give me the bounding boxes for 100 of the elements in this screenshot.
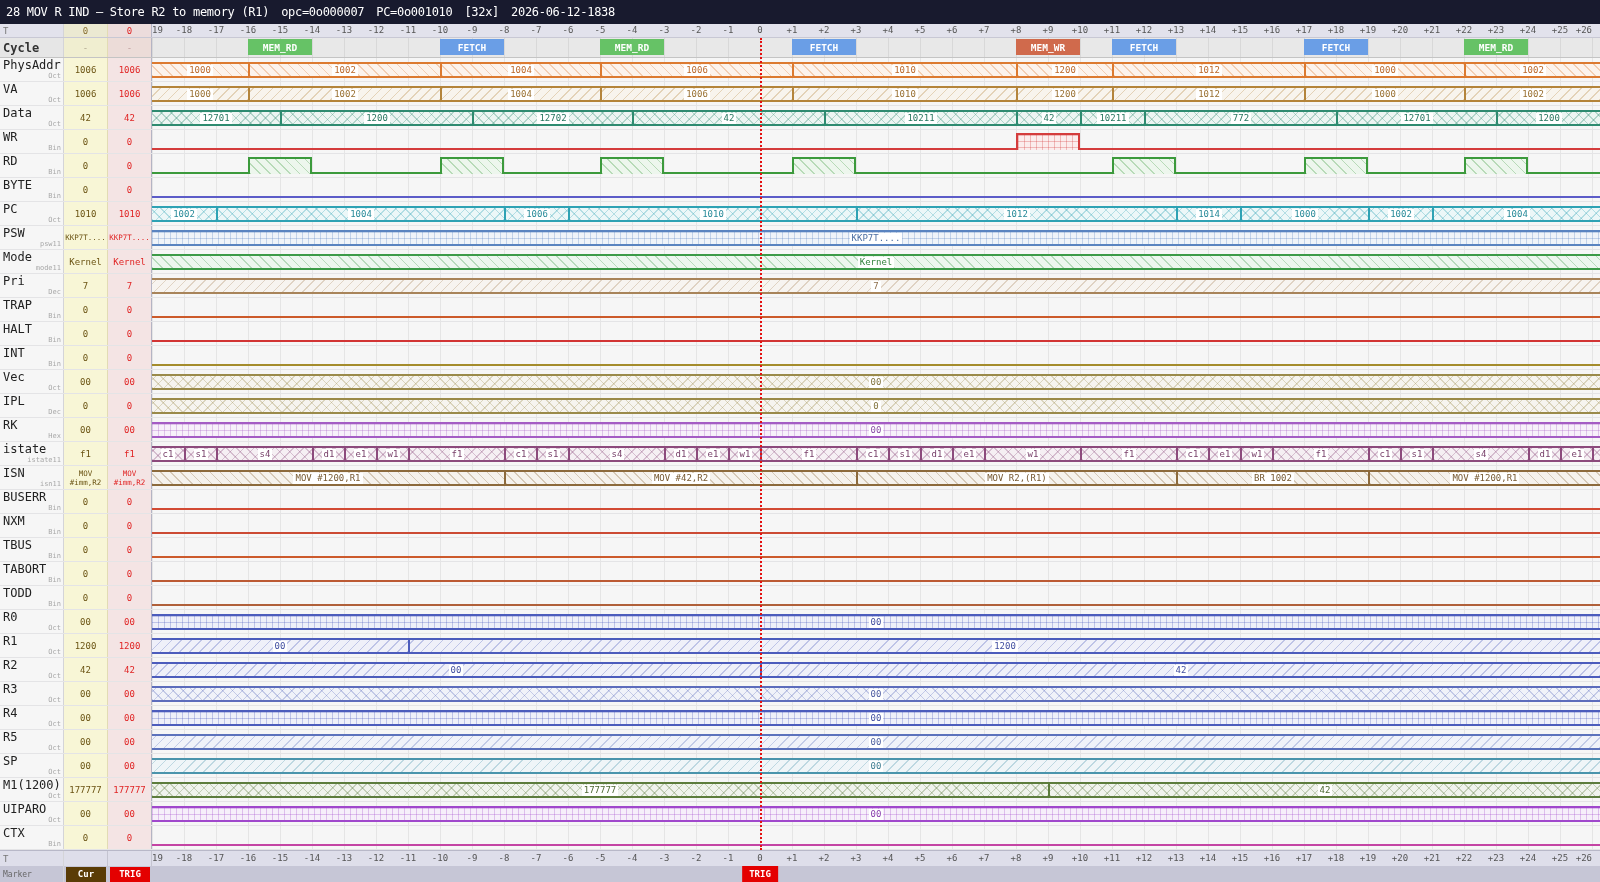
signal-name: TABORT — [3, 563, 47, 576]
signal-name: R5 — [3, 731, 18, 744]
bus-value: 00 — [868, 616, 884, 628]
signal-name: WR — [3, 131, 18, 144]
time-tick-label: +7 — [978, 852, 990, 865]
time-tick-label: +5 — [914, 24, 926, 37]
trig-value-cell: 0 — [108, 538, 152, 561]
bus-value: c1 — [160, 448, 176, 460]
signal-name: BYTE — [3, 179, 32, 192]
time-tick-label: -12 — [367, 24, 385, 37]
time-tick-label: +26 — [1575, 24, 1592, 37]
bus-value: KKP7T.... — [849, 232, 903, 244]
time-tick-label: +24 — [1519, 852, 1537, 865]
marker-button[interactable]: TRIG — [110, 866, 150, 882]
time-tick-label: -18 — [175, 24, 193, 37]
bus-value: w1 — [1249, 448, 1265, 460]
cur-value-cell: Kernel — [64, 250, 108, 273]
signal-name: RD — [3, 155, 18, 168]
bus-value: 1002 — [1520, 88, 1546, 100]
time-tick-label: +10 — [1071, 852, 1089, 865]
bus-value: 1002 — [332, 88, 358, 100]
time-tick-label: -1 — [722, 852, 734, 865]
trig-value-cell: 0 — [108, 514, 152, 537]
bus-value: 10211 — [1097, 112, 1129, 124]
time-tick-label: -17 — [207, 24, 225, 37]
bus-value: 1000 — [1372, 64, 1398, 76]
time-tick-label: +8 — [1010, 24, 1022, 37]
title-field: [32x] — [464, 5, 500, 19]
bus-value: e1 — [353, 448, 369, 460]
cur-value-cell: 0 — [64, 586, 108, 609]
bus-value: 00 — [868, 424, 884, 436]
time-tick-label: +20 — [1391, 24, 1409, 37]
time-tick-label: -6 — [562, 852, 574, 865]
cur-value-cell: 00 — [64, 418, 108, 441]
signal-name: RK — [3, 419, 18, 432]
cur-value-cell: 0 — [64, 154, 108, 177]
time-tick-label: +21 — [1423, 24, 1441, 37]
time-tick-label: -6 — [562, 24, 574, 37]
cur-value-cell: - — [64, 38, 108, 57]
time-tick-label: -7 — [530, 24, 542, 37]
signal-name: BUSERR — [3, 491, 47, 504]
cur-value-cell: 0 — [64, 322, 108, 345]
cur-value-cell: 0 — [64, 394, 108, 417]
bus-value: 1004 — [348, 208, 374, 220]
trigger-marker[interactable]: TRIG — [742, 866, 778, 882]
cur-value-cell: 1200 — [64, 634, 108, 657]
bus-value: w1 — [737, 448, 753, 460]
signal-name: PC — [3, 203, 18, 216]
time-tick-label: -10 — [431, 852, 449, 865]
signal-name: Mode — [3, 251, 32, 264]
trig-value-cell: 0 — [108, 490, 152, 513]
trig-value-cell: 00 — [108, 754, 152, 777]
signal-name: R2 — [3, 659, 18, 672]
signal-name: SP — [3, 755, 18, 768]
signal-name: NXM — [3, 515, 25, 528]
trig-value-cell: 1200 — [108, 634, 152, 657]
bus-value: s1 — [193, 448, 209, 460]
window-title: 28 MOV R IND — Store R2 to memory (R1) — [6, 5, 270, 19]
time-tick-label: -15 — [271, 24, 289, 37]
bus-cycle-tag: FETCH — [792, 39, 856, 55]
time-tick-label: +15 — [1231, 24, 1249, 37]
cur-value-cell: 0 — [64, 538, 108, 561]
cur-value-cell: f1 — [64, 442, 108, 465]
bus-value: 10211 — [905, 112, 937, 124]
bus-value: Kernel — [857, 256, 895, 268]
time-tick-label: +8 — [1010, 852, 1022, 865]
time-tick-label: +10 — [1071, 24, 1089, 37]
signal-name: R0 — [3, 611, 18, 624]
time-tick-label: -13 — [335, 852, 353, 865]
bus-value: c1 — [513, 448, 529, 460]
bus-value: BR 1002 — [1252, 472, 1294, 484]
time-tick-label: +11 — [1103, 24, 1121, 37]
bus-value: e1 — [1217, 448, 1233, 460]
bus-cycle-tag: FETCH — [440, 39, 504, 55]
time-tick-label: -11 — [399, 852, 417, 865]
cur-value-cell: 42 — [64, 658, 108, 681]
trig-value-cell: 00 — [108, 730, 152, 753]
marker-button[interactable]: Cur — [66, 866, 106, 882]
time-tick-label: +12 — [1135, 24, 1153, 37]
bus-value: 1000 — [1372, 88, 1398, 100]
signal-name: R4 — [3, 707, 18, 720]
bus-cycle-tag: FETCH — [1304, 39, 1368, 55]
time-tick-label: -11 — [399, 24, 417, 37]
trig-value-cell: 0 — [108, 562, 152, 585]
bus-value: 1200 — [1536, 112, 1562, 124]
trig-value-cell: 1006 — [108, 82, 152, 105]
bus-value: 12701 — [200, 112, 232, 124]
bus-value: d1 — [929, 448, 945, 460]
bus-value: s1 — [1409, 448, 1425, 460]
trig-value-cell: 0 — [108, 826, 152, 849]
cur-value-cell: 00 — [64, 370, 108, 393]
time-tick-label: -16 — [239, 24, 257, 37]
signal-name: M1(1200) — [3, 779, 61, 792]
bus-value: 1006 — [684, 64, 710, 76]
trig-value-cell: 0 — [108, 298, 152, 321]
time-tick-label: -12 — [367, 852, 385, 865]
signal-name: TODD — [3, 587, 32, 600]
cur-value-cell: 177777 — [64, 778, 108, 801]
trig-value-cell: 00 — [108, 370, 152, 393]
time-tick-label: -5 — [594, 852, 606, 865]
